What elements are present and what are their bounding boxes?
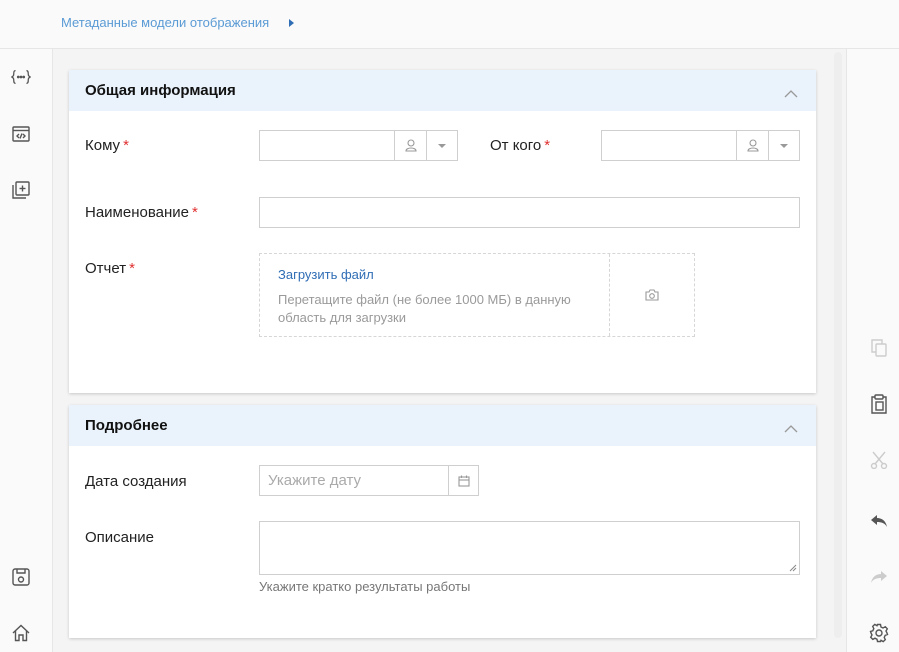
chevron-up-icon[interactable] [784,420,798,433]
date-input[interactable]: Укажите дату [260,466,448,495]
from-field[interactable] [601,130,800,161]
code-braces-icon[interactable] [11,67,31,87]
add-copy-icon[interactable] [11,180,31,200]
description-label: Описание [85,529,155,546]
right-toolbar [846,49,899,652]
upload-hint: Перетащите файл (не более 1000 МБ) в дан… [278,292,571,325]
user-icon[interactable] [394,131,426,160]
section-details: Подробнее Дата создания Укажите дату Опи… [69,405,816,638]
user-icon[interactable] [736,131,768,160]
redo-icon[interactable] [869,567,889,587]
date-label: Дата создания [85,473,187,490]
breadcrumb[interactable]: Метаданные модели отображения [61,15,295,30]
undo-icon[interactable] [869,511,889,531]
from-label: От кого * [490,137,551,154]
left-toolbar [0,49,53,652]
breadcrumb-caret-icon[interactable] [289,18,295,27]
calendar-icon[interactable] [448,466,478,495]
description-textarea[interactable] [259,521,800,575]
chevron-down-icon[interactable] [426,131,457,160]
gear-icon[interactable] [869,623,889,643]
camera-icon[interactable] [609,254,694,336]
top-bar: Метаданные модели отображения [0,0,899,49]
section-details-header[interactable]: Подробнее [69,405,816,446]
breadcrumb-label[interactable]: Метаданные модели отображения [61,15,269,30]
name-input[interactable] [259,197,800,228]
section-general-title: Общая информация [85,82,236,99]
upload-dropzone[interactable]: Загрузить файл Перетащите файл (не более… [259,253,695,337]
chevron-down-icon[interactable] [768,131,799,160]
cut-icon[interactable] [869,450,889,470]
to-label: Кому * [85,137,129,154]
code-window-icon[interactable] [11,124,31,144]
section-details-title: Подробнее [85,417,168,434]
name-label: Наименование * [85,204,198,221]
resize-grip-icon[interactable] [789,564,797,572]
report-label: Отчет * [85,260,135,277]
description-hint: Укажите кратко результаты работы [259,579,471,594]
scrollbar[interactable] [834,52,842,638]
section-general-header[interactable]: Общая информация [69,70,816,111]
copy-icon[interactable] [869,338,889,358]
paste-icon[interactable] [869,394,889,414]
home-icon[interactable] [11,623,31,643]
chevron-up-icon[interactable] [784,85,798,98]
to-field[interactable] [259,130,458,161]
upload-file-link[interactable]: Загрузить файл [278,267,374,282]
save-icon[interactable] [11,567,31,587]
section-general: Общая информация Кому * От кого * Наименов… [69,70,816,393]
date-field[interactable]: Укажите дату [259,465,479,496]
